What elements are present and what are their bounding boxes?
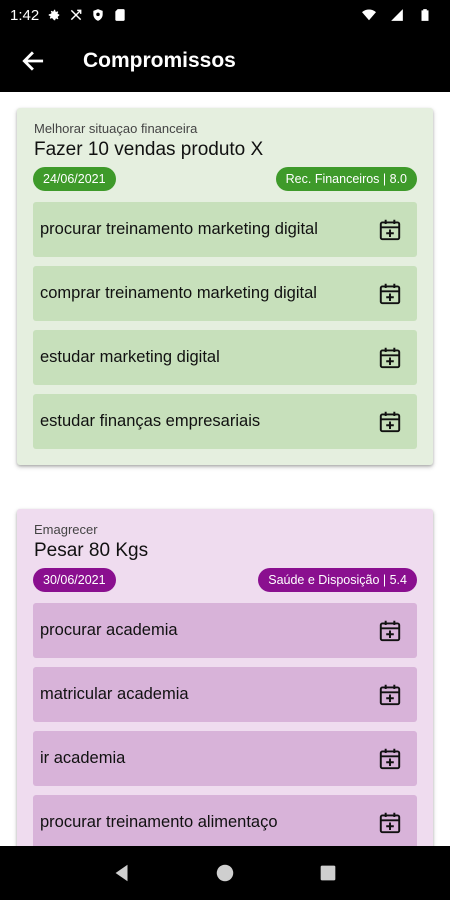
goal-title: Fazer 10 vendas produto X [34,139,264,160]
task-item[interactable]: ir academia [33,731,417,786]
goal-card[interactable]: Melhorar situaçao financeira Fazer 10 ve… [17,108,433,465]
status-time: 1:42 [10,6,40,24]
back-arrow-icon[interactable] [20,48,46,74]
system-nav-bar [0,846,450,900]
date-chip: 24/06/2021 [33,167,116,191]
goal-chips: 30/06/2021 Saúde e Disposição | 5.4 [33,568,417,592]
calendar-add-icon[interactable] [377,409,403,435]
task-item[interactable]: procurar treinamento alimentaço [33,795,417,846]
goal-title: Pesar 80 Kgs [34,540,149,561]
task-item[interactable]: procurar academia [33,603,417,658]
settings-icon [48,9,60,21]
goals-list[interactable]: Melhorar situaçao financeira Fazer 10 ve… [0,92,450,846]
back-triangle-icon[interactable] [111,862,133,884]
task-label: procurar academia [40,621,178,639]
task-item[interactable]: matricular academia [33,667,417,722]
goal-category: Emagrecer [34,522,98,537]
goal-card[interactable]: Emagrecer Pesar 80 Kgs 30/06/2021 Saúde … [17,509,433,846]
calendar-add-icon[interactable] [377,746,403,772]
shuffle-icon [71,9,82,21]
calendar-add-icon[interactable] [377,618,403,644]
sd-card-icon [115,9,125,21]
goal-category: Melhorar situaçao financeira [34,121,198,136]
shield-icon [93,9,103,21]
goal-chips: 24/06/2021 Rec. Financeiros | 8.0 [33,167,417,191]
task-label: procurar treinamento alimentaço [40,813,278,831]
home-circle-icon[interactable] [214,862,236,884]
task-label: procurar treinamento marketing digital [40,220,318,238]
task-item[interactable]: estudar marketing digital [33,330,417,385]
area-score-chip: Saúde e Disposição | 5.4 [258,568,417,592]
calendar-add-icon[interactable] [377,810,403,836]
status-bar: 1:42 [0,0,450,30]
task-label: comprar treinamento marketing digital [40,284,317,302]
page-title: Compromissos [83,49,236,72]
task-item[interactable]: estudar finanças empresariais [33,394,417,449]
date-chip: 30/06/2021 [33,568,116,592]
task-label: estudar marketing digital [40,348,220,366]
task-label: matricular academia [40,685,189,703]
calendar-add-icon[interactable] [377,345,403,371]
task-label: ir academia [40,749,126,767]
wifi-icon [362,9,376,21]
signal-icon [391,9,403,21]
calendar-add-icon[interactable] [377,281,403,307]
task-item[interactable]: comprar treinamento marketing digital [33,266,417,321]
task-label: estudar finanças empresariais [40,412,261,430]
calendar-add-icon[interactable] [377,217,403,243]
battery-icon [421,9,429,21]
task-item[interactable]: procurar treinamento marketing digital [33,202,417,257]
calendar-add-icon[interactable] [377,682,403,708]
recents-square-icon[interactable] [317,862,339,884]
area-score-chip: Rec. Financeiros | 8.0 [275,167,417,191]
app-bar: Compromissos [0,30,450,92]
